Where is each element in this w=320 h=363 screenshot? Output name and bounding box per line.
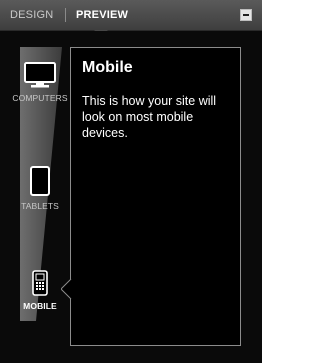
device-info-box: Mobile This is how your site will look o… [70, 47, 241, 346]
tab-preview[interactable]: PREVIEW [76, 0, 128, 30]
device-computers[interactable]: COMPUTERS [6, 61, 74, 103]
preview-panel: DESIGN PREVIEW COMPUTERS TABLETS MOBILE … [0, 0, 262, 363]
mobile-phone-icon [32, 270, 48, 296]
monitor-icon [24, 62, 56, 88]
panel-header: DESIGN PREVIEW [0, 0, 262, 31]
tab-separator [65, 8, 66, 22]
tab-design[interactable]: DESIGN [10, 0, 53, 30]
device-label-mobile: MOBILE [23, 301, 57, 311]
device-label-tablets: TABLETS [21, 201, 59, 211]
info-title: Mobile [82, 59, 133, 76]
minus-icon[interactable] [240, 9, 252, 21]
info-description: This is how your site will look on most … [82, 94, 217, 140]
device-label-computers: COMPUTERS [12, 93, 68, 103]
tablet-icon [30, 166, 50, 196]
info-box-pointer [61, 279, 72, 299]
preview-content: COMPUTERS TABLETS MOBILE Mobile This is … [0, 31, 262, 363]
device-tablets[interactable]: TABLETS [6, 165, 74, 211]
